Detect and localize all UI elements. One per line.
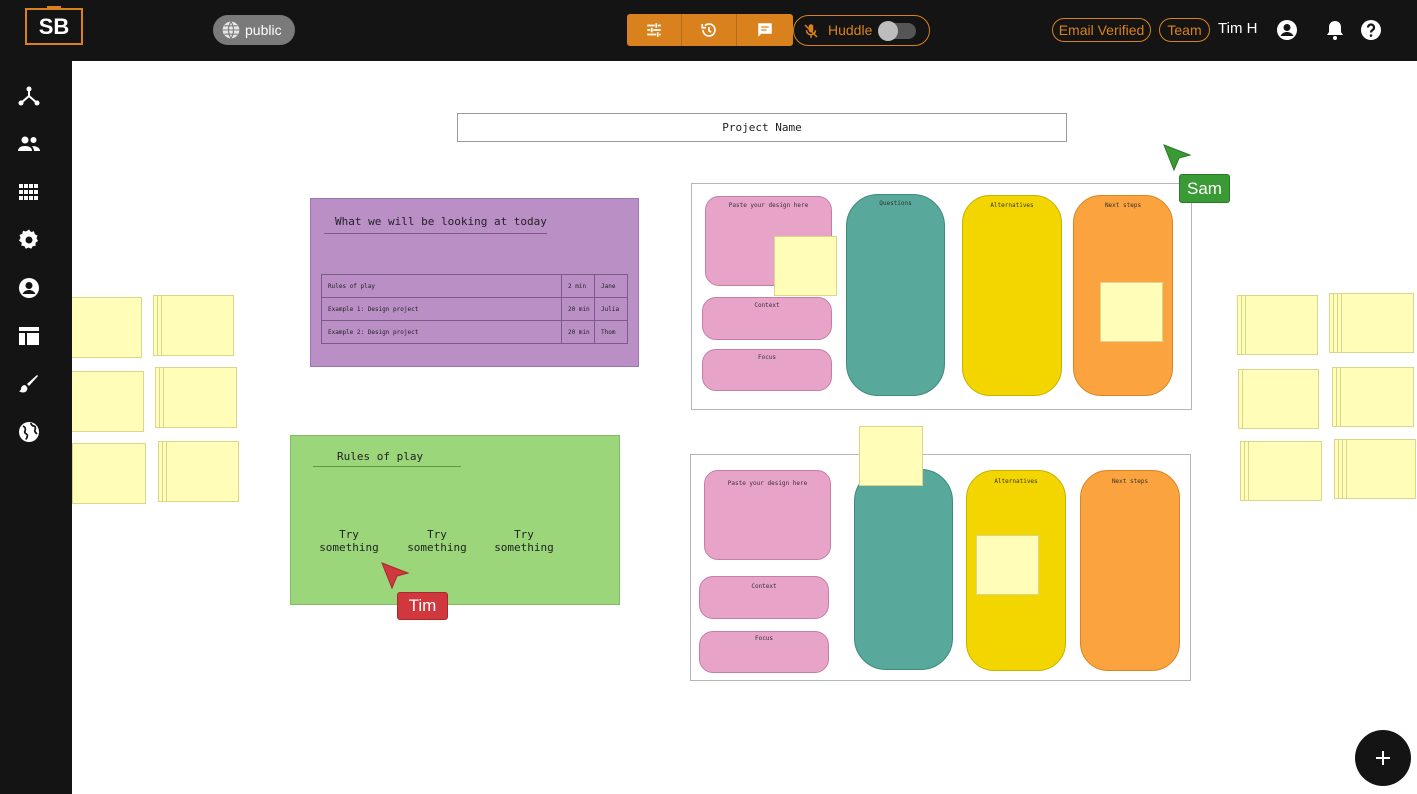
cursor-label-tim: Tim xyxy=(397,592,448,620)
table-icon[interactable] xyxy=(17,324,41,348)
team-badge[interactable]: Team xyxy=(1159,18,1210,42)
questions-column[interactable]: Questions xyxy=(846,194,945,396)
huddle-toggle[interactable] xyxy=(878,21,916,41)
focus-area[interactable]: Focus xyxy=(702,349,832,391)
agenda-owner: Thom xyxy=(594,320,628,344)
top-bar: SB public Huddle Email Verified Team Tim… xyxy=(0,0,1417,61)
huddle-label: Huddle xyxy=(828,22,873,38)
agenda-owner: Julia xyxy=(594,297,628,321)
table-row: Rules of play 2 min Jane xyxy=(321,274,628,298)
alternatives-column[interactable]: Alternatives xyxy=(962,195,1062,396)
toolbar xyxy=(627,14,793,46)
settings-tool-button[interactable] xyxy=(627,14,682,46)
app-logo[interactable]: SB xyxy=(25,6,83,45)
add-button[interactable] xyxy=(1355,730,1411,786)
agenda-item: Example 2: Design project xyxy=(321,320,562,344)
context-area[interactable]: Context xyxy=(699,576,829,619)
questions-label: Questions xyxy=(879,200,912,207)
huddle-control[interactable]: Huddle xyxy=(793,15,930,46)
agenda-item: Rules of play xyxy=(321,274,562,298)
globe-icon xyxy=(222,21,240,39)
paste-design-label: Paste your design here xyxy=(727,480,808,487)
sticky-note[interactable] xyxy=(72,297,142,358)
rules-title: Rules of play xyxy=(337,450,424,463)
chat-tool-button[interactable] xyxy=(737,14,793,46)
sticky-note[interactable] xyxy=(859,426,923,486)
paste-design-label: Paste your design here xyxy=(728,202,809,209)
focus-label: Focus xyxy=(754,635,774,642)
visibility-button[interactable]: public xyxy=(213,15,295,45)
paste-design-area[interactable]: Paste your design here xyxy=(704,470,831,560)
bell-icon[interactable] xyxy=(1323,18,1347,42)
sticky-note[interactable] xyxy=(1100,282,1163,342)
history-icon xyxy=(701,23,716,37)
help-icon[interactable] xyxy=(1359,18,1383,42)
alternatives-label: Alternatives xyxy=(990,202,1034,209)
account-circle-icon[interactable] xyxy=(17,276,41,300)
agenda-time: 2 min xyxy=(561,274,595,298)
rules-frame[interactable]: Rules of play Try something Try somethin… xyxy=(290,435,620,605)
gear-icon[interactable] xyxy=(17,228,41,252)
agenda-time: 20 min xyxy=(561,320,595,344)
focus-area[interactable]: Focus xyxy=(699,631,829,673)
cursor-label-sam: Sam xyxy=(1179,174,1230,203)
cursor-pointer-icon xyxy=(1163,144,1192,172)
questions-column[interactable] xyxy=(854,469,953,670)
history-tool-button[interactable] xyxy=(682,14,737,46)
table-row: Example 1: Design project 20 min Julia xyxy=(321,297,628,321)
network-icon[interactable] xyxy=(17,84,41,108)
visibility-label: public xyxy=(245,22,282,38)
focus-label: Focus xyxy=(757,354,777,361)
rules-underline xyxy=(313,466,461,467)
context-label: Context xyxy=(754,302,780,309)
account-icon[interactable] xyxy=(1275,18,1299,42)
next-steps-column[interactable]: Next steps xyxy=(1080,470,1180,671)
agenda-item: Example 1: Design project xyxy=(321,297,562,321)
table-row: Example 2: Design project 20 min Thom xyxy=(321,320,628,344)
grid-icon[interactable] xyxy=(17,180,41,204)
next-steps-label: Next steps xyxy=(1111,478,1149,485)
people-icon[interactable] xyxy=(17,132,41,156)
whiteboard-canvas[interactable]: Project Name What we will be looking at … xyxy=(72,61,1417,794)
agenda-time: 20 min xyxy=(561,297,595,321)
context-area[interactable]: Context xyxy=(702,297,832,340)
sliders-icon xyxy=(647,23,661,37)
sidebar xyxy=(0,61,72,794)
design-review-board-bottom[interactable]: Paste your design here Context Focus Alt… xyxy=(690,426,1191,681)
context-label: Context xyxy=(751,583,777,590)
agenda-frame[interactable]: What we will be looking at today Rules o… xyxy=(310,198,639,367)
mic-off-icon xyxy=(804,24,818,38)
user-name[interactable]: Tim H xyxy=(1218,20,1257,37)
sticky-note[interactable] xyxy=(774,236,837,296)
rule-item[interactable]: Try something xyxy=(313,528,385,554)
design-review-board-top[interactable]: Paste your design here Context Focus Que… xyxy=(691,183,1192,410)
sticky-note[interactable] xyxy=(976,535,1039,595)
brush-icon[interactable] xyxy=(17,372,41,396)
chat-icon xyxy=(758,23,772,37)
project-name-field[interactable]: Project Name xyxy=(457,113,1067,142)
next-steps-label: Next steps xyxy=(1104,202,1142,209)
alternatives-label: Alternatives xyxy=(994,478,1038,485)
cursor-pointer-icon xyxy=(381,562,410,590)
agenda-underline xyxy=(324,233,547,234)
globe-icon[interactable] xyxy=(17,420,41,444)
plus-icon xyxy=(1376,751,1390,765)
rule-item[interactable]: Try something xyxy=(488,528,560,554)
agenda-table: Rules of play 2 min Jane Example 1: Desi… xyxy=(321,274,628,344)
sticky-note[interactable] xyxy=(72,371,144,432)
rule-item[interactable]: Try something xyxy=(401,528,473,554)
email-verified-badge[interactable]: Email Verified xyxy=(1052,18,1151,42)
agenda-title: What we will be looking at today xyxy=(335,215,547,228)
agenda-owner: Jane xyxy=(594,274,628,298)
